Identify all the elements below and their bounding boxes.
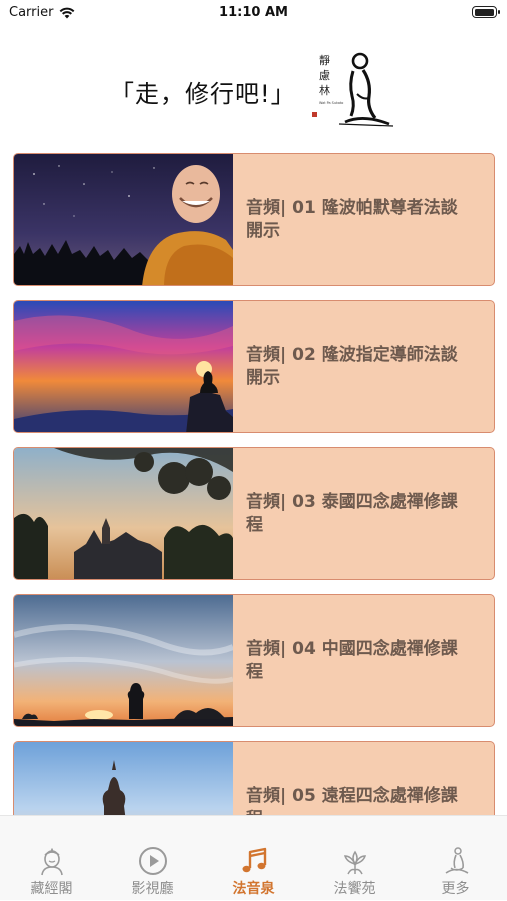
status-bar: Carrier 11:10 AM bbox=[0, 0, 507, 30]
tab-label: 法饗苑 bbox=[333, 881, 376, 897]
svg-text:Wat Pa Sukato: Wat Pa Sukato bbox=[319, 101, 343, 105]
lotus-icon bbox=[343, 850, 366, 875]
tab-yingshiting[interactable]: 影視廳 bbox=[102, 816, 203, 901]
svg-text:林: 林 bbox=[319, 83, 330, 97]
track-thumbnail-buddha-blue-sky bbox=[14, 742, 233, 815]
track-card-05[interactable]: 音頻| 05 遠程四念處禪修課程 bbox=[13, 741, 495, 815]
tab-label: 藏經閣 bbox=[30, 881, 73, 897]
tab-more[interactable]: 更多 bbox=[405, 816, 506, 901]
tab-faxiangyuan[interactable]: 法饗苑 bbox=[304, 816, 405, 901]
audio-track-list[interactable]: 音頻| 01 隆波帕默尊者法談開示 音頻| 02 隆波指定導師法談開示 音頻| … bbox=[13, 153, 495, 815]
play-circle-icon bbox=[138, 847, 167, 875]
buddha-head-icon bbox=[40, 848, 63, 876]
track-title: 音頻| 05 遠程四念處禪修課程 bbox=[246, 785, 458, 816]
track-card-04[interactable]: 音頻| 04 中國四念處禪修課程 bbox=[13, 594, 495, 727]
battery-fill bbox=[474, 8, 494, 16]
tab-label: 更多 bbox=[441, 881, 470, 897]
app-header: 「走，修行吧!」 靜 慮 林 Wat Pa Sukato bbox=[0, 38, 507, 138]
track-thumbnail-sunset-cliff bbox=[14, 301, 233, 432]
tab-label: 法音泉 bbox=[232, 881, 275, 897]
svg-text:慮: 慮 bbox=[319, 68, 330, 82]
bottom-tab-bar: 藏經閣 影視廳 法音泉 法饗苑 更多 bbox=[0, 815, 507, 900]
tab-label: 影視廳 bbox=[131, 881, 174, 897]
meditation-figure-icon bbox=[445, 847, 468, 874]
track-title: 音頻| 02 隆波指定導師法談開示 bbox=[246, 344, 458, 388]
tab-fayinquan[interactable]: 法音泉 bbox=[203, 816, 304, 901]
battery-icon bbox=[472, 6, 500, 18]
track-title: 音頻| 01 隆波帕默尊者法談開示 bbox=[246, 197, 458, 241]
track-thumbnail-buddha-sunset bbox=[14, 595, 233, 726]
svg-text:靜: 靜 bbox=[319, 53, 330, 67]
track-card-03[interactable]: 音頻| 03 泰國四念處禪修課程 bbox=[13, 447, 495, 580]
status-time: 11:10 AM bbox=[219, 5, 288, 20]
track-title: 音頻| 04 中國四念處禪修課程 bbox=[246, 638, 458, 682]
tab-cangjingge[interactable]: 藏經閣 bbox=[1, 816, 102, 901]
music-note-icon bbox=[242, 847, 266, 873]
monk-logo-icon: 靜 慮 林 Wat Pa Sukato bbox=[312, 52, 394, 127]
track-thumbnail-thai-temple bbox=[14, 448, 233, 579]
slogan-title: 「走，修行吧!」 bbox=[110, 80, 296, 108]
track-title: 音頻| 03 泰國四念處禪修課程 bbox=[246, 491, 458, 535]
track-thumbnail-monk-night-sky bbox=[14, 154, 233, 285]
track-card-01[interactable]: 音頻| 01 隆波帕默尊者法談開示 bbox=[13, 153, 495, 286]
track-card-02[interactable]: 音頻| 02 隆波指定導師法談開示 bbox=[13, 300, 495, 433]
